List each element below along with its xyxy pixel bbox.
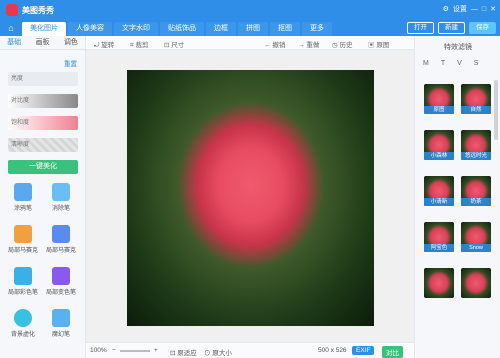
zoom-out-icon[interactable]: − [112,347,116,354]
tool-color-pen[interactable]: 局部彩色笔 [8,265,38,299]
filters-scrollbar[interactable] [494,80,498,140]
filters-title: 特效滤镜 [444,44,472,51]
main-nav: ⌂ 美化图片 人像美容 文字水印 贴纸饰品 边框 拼图 抠图 更多 打开 新建 … [0,20,500,36]
resize-button[interactable]: ⊡ 尺寸 [164,39,184,49]
filter-distant-time[interactable]: 悠远时光 [460,130,492,170]
zoom-level: 100% [90,347,107,354]
crop-button[interactable]: ⌗ 裁剪 [130,39,148,50]
filter-fresh[interactable]: 小清新 [423,176,455,216]
app-logo-icon [6,4,18,16]
brightness-slider[interactable]: 亮度 [8,72,78,86]
tool-doodle-pen[interactable]: 涂鸦笔 [8,181,38,215]
filter-tab-v[interactable]: V [457,60,462,67]
maximize-icon[interactable]: □ [482,6,486,13]
tool-eraser[interactable]: 消除笔 [46,181,76,215]
close-icon[interactable]: ✕ [490,5,496,13]
minimize-icon[interactable]: — [471,6,478,13]
filter-item[interactable] [423,268,455,308]
rose-photo[interactable] [127,70,374,326]
tab-cutout[interactable]: 抠图 [270,22,300,36]
filters-panel: 特效滤镜 M T V S 原图 自然 小森林 悠远时光 小清新 奶茶 阿宝色 S… [414,36,500,358]
tool-magic-pen[interactable]: 魔幻笔 [46,307,76,341]
tab-portrait[interactable]: 人像美容 [68,22,112,36]
tab-canvas[interactable]: 画板 [28,36,56,49]
filter-tab-t[interactable]: T [441,60,445,67]
tab-collage[interactable]: 拼图 [238,22,268,36]
compare-button[interactable]: 对比 [382,346,403,358]
tab-basic[interactable]: 基础 [0,36,28,49]
image-dimensions: 500 x 526 [318,347,347,354]
home-icon[interactable]: ⌂ [4,22,18,34]
canvas-area[interactable] [86,50,414,342]
filter-tab-m[interactable]: M [423,60,429,67]
tab-beautify[interactable]: 美化图片 [22,22,66,36]
save-button[interactable]: 保存 [469,22,496,34]
fit-button[interactable]: ⊡ 原适应 [170,347,197,357]
filter-abao[interactable]: 阿宝色 [423,222,455,262]
filter-natural[interactable]: 自然 [460,84,492,124]
mosaic-icon [52,225,70,243]
rotate-button[interactable]: ⤾ 旋转 [94,39,114,50]
edit-toolbar: ⤾ 旋转 ⌗ 裁剪 ⊡ 尺寸 ← 撤销 → 重做 ◷ 历史 ▣ 原图 [86,36,414,50]
actual-size-button[interactable]: ⊙ 原大小 [204,347,232,357]
settings-link[interactable]: 设置 [453,4,467,14]
filter-snow[interactable]: Snow [460,222,492,262]
filter-forest[interactable]: 小森林 [423,130,455,170]
one-click-beautify-button[interactable]: 一键美化 [8,160,78,174]
tab-more[interactable]: 更多 [302,22,332,36]
tool-local-mosaic[interactable]: 局部马赛克 [46,223,76,257]
window-controls: ⚙ 设置 — □ ✕ [443,4,496,14]
reset-button[interactable]: 重置 [64,58,77,68]
new-button[interactable]: 新建 [438,22,465,34]
tab-text[interactable]: 文字水印 [114,22,158,36]
filter-item[interactable] [460,268,492,308]
status-bar: 100% − + ⊡ 原适应 ⊙ 原大小 500 x 526 EXIF 对比 [86,342,414,358]
filter-original[interactable]: 原图 [423,84,455,124]
gear-icon[interactable]: ⚙ [443,5,449,13]
zoom-slider[interactable] [120,350,150,352]
title-bar: 美图秀秀 ⚙ 设置 — □ ✕ [0,0,500,20]
tool-mosaic[interactable]: 局部马赛克 [8,223,38,257]
magic-pen-icon [52,309,70,327]
history-button[interactable]: ◷ 历史 [332,39,352,49]
filter-tab-s[interactable]: S [474,60,479,67]
tab-border[interactable]: 边框 [206,22,236,36]
left-panel: 基础 画板 调色 重置 亮度 对比度 饱和度 清晰度 一键美化 涂鸦笔 消除笔 … [0,36,86,358]
app-title: 美图秀秀 [22,6,54,15]
brush-icon [14,225,32,243]
filter-milk-tea[interactable]: 奶茶 [460,176,492,216]
zoom-in-icon[interactable]: + [154,347,158,354]
redo-button[interactable]: → 重做 [298,39,319,49]
tab-sticker[interactable]: 贴纸饰品 [160,22,204,36]
recolor-icon [52,267,70,285]
undo-button[interactable]: ← 撤销 [264,39,285,49]
clarity-slider[interactable]: 清晰度 [8,138,78,152]
open-button[interactable]: 打开 [407,22,434,34]
tab-color[interactable]: 调色 [57,36,85,49]
tool-recolor-pen[interactable]: 局部变色笔 [46,265,76,299]
blur-icon [14,309,32,327]
saturation-slider[interactable]: 饱和度 [8,116,78,130]
tool-background-blur[interactable]: 背景虚化 [8,307,38,341]
contrast-slider[interactable]: 对比度 [8,94,78,108]
eraser-icon [52,183,70,201]
original-button[interactable]: ▣ 原图 [368,39,389,49]
color-pen-icon [14,267,32,285]
pen-icon [14,183,32,201]
exif-button[interactable]: EXIF [352,346,375,355]
